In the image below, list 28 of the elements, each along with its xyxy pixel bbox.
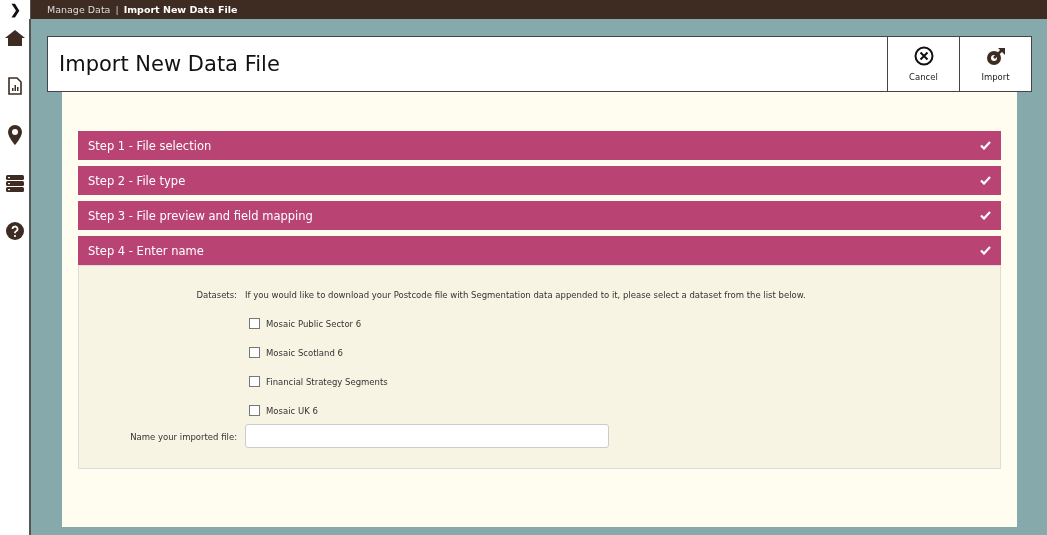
target-arrow-icon <box>985 46 1006 66</box>
breadcrumb-separator: | <box>115 4 119 15</box>
step-header[interactable]: Step 1 - File selection <box>78 131 1001 160</box>
server-icon[interactable] <box>5 175 24 192</box>
field-label: Name your imported file: <box>129 432 237 442</box>
page-title: Import New Data File <box>58 52 281 76</box>
instruction-text: If you would like to download your Postcode file with Segmentation data appended to it, please select a dataset from the list below. <box>245 290 807 300</box>
checkbox-label[interactable]: Mosaic UK 6 <box>266 405 318 416</box>
checkbox-label[interactable]: Financial Strategy Segments <box>266 376 388 387</box>
breadcrumb-current: Import New Data File <box>123 4 238 15</box>
step-header[interactable]: Step 4 - Enter name <box>78 236 1001 265</box>
checkbox[interactable] <box>249 318 260 329</box>
step-header[interactable]: Step 2 - File type <box>78 166 1001 195</box>
close-icon <box>913 46 934 66</box>
checkbox[interactable] <box>249 376 260 387</box>
checkbox-label[interactable]: Mosaic Public Sector 6 <box>266 318 362 329</box>
sidebar-toggle[interactable]: ❯ <box>0 0 31 19</box>
breadcrumb-link[interactable]: Manage Data <box>47 4 111 15</box>
help-icon[interactable] <box>5 222 24 240</box>
checkbox-label[interactable]: Mosaic Scotland 6 <box>266 347 343 358</box>
checkbox[interactable] <box>249 405 260 416</box>
checkbox[interactable] <box>249 347 260 358</box>
field-label: Datasets: <box>195 290 237 300</box>
map-pin-icon[interactable] <box>7 125 22 145</box>
report-icon[interactable] <box>7 77 22 95</box>
step-header[interactable]: Step 3 - File preview and field mapping <box>78 201 1001 230</box>
name-field[interactable] <box>245 424 609 448</box>
home-icon[interactable] <box>4 29 25 47</box>
